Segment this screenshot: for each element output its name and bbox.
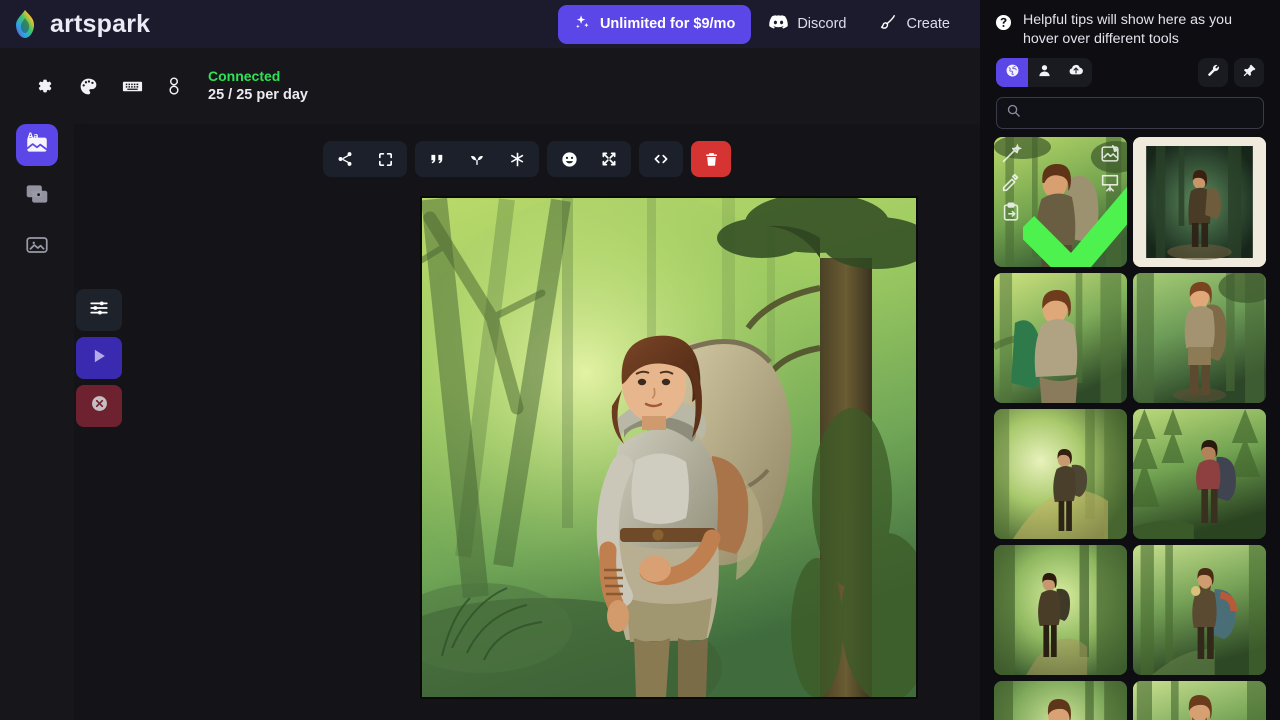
create-link[interactable]: Create	[864, 4, 964, 45]
image-toolbar	[74, 141, 980, 177]
delete-button[interactable]	[693, 141, 729, 177]
tab-upload[interactable]	[1060, 58, 1092, 87]
toolbar-group-prompt	[415, 141, 539, 177]
tab-public[interactable]	[996, 58, 1028, 88]
upgrade-promo-button[interactable]: Unlimited for $9/mo	[557, 4, 752, 44]
quota-label: 25 / 25 per day	[208, 86, 308, 103]
thumbnail-partial-right[interactable]	[1133, 681, 1266, 720]
left-rail: Aa	[0, 124, 74, 720]
brand[interactable]: artspark	[12, 9, 150, 39]
sidebar-item-image-to-image[interactable]	[16, 175, 58, 217]
connection-status-block: Connected 25 / 25 per day	[208, 68, 308, 105]
search-input[interactable]	[1029, 105, 1254, 121]
search-box[interactable]	[996, 97, 1264, 130]
main-column: artspark Unlimited for $9/mo Discord Cre…	[0, 0, 980, 720]
source-segmented-control	[996, 58, 1092, 88]
gallery-icon	[24, 232, 50, 263]
thumbnail-bearded-hiker[interactable]	[1133, 545, 1266, 676]
upscale-button[interactable]	[589, 141, 629, 177]
image-stack-icon	[24, 181, 50, 212]
thumbnail-man-path[interactable]	[994, 409, 1127, 540]
thumbnail-grid	[980, 137, 1280, 720]
cancel-button[interactable]	[76, 385, 122, 427]
status-bar: Connected 25 / 25 per day	[0, 48, 980, 124]
gear-icon[interactable]	[22, 67, 66, 105]
right-panel-actions	[1198, 58, 1264, 88]
quote-button[interactable]	[417, 141, 457, 177]
canvas-floating-tools	[76, 289, 122, 427]
settings-wrench-button[interactable]	[1198, 58, 1228, 88]
toolbar-group-code	[639, 141, 683, 177]
code-button[interactable]	[641, 141, 681, 177]
sparkles-icon	[574, 14, 591, 35]
top-bar-actions: Unlimited for $9/mo Discord Create	[557, 4, 968, 45]
sidebar-item-text-to-image[interactable]: Aa	[16, 124, 58, 166]
cloud-upload-icon	[1068, 62, 1084, 83]
create-link-label: Create	[906, 16, 950, 32]
text-image-icon: Aa	[24, 130, 50, 161]
clipboard-paste-icon[interactable]	[1000, 201, 1022, 223]
tips-text: Helpful tips will show here as you hover…	[1023, 12, 1232, 47]
thumbnail-green-backpack-woman[interactable]	[994, 273, 1127, 404]
upgrade-promo-label: Unlimited for $9/mo	[599, 16, 736, 32]
thumbnail-man-pines[interactable]	[1133, 409, 1266, 540]
discord-link-label: Discord	[797, 16, 847, 32]
search-section	[980, 87, 1280, 137]
paintbrush-icon	[878, 13, 897, 36]
adjust-settings-button[interactable]	[76, 289, 122, 331]
brand-name: artspark	[50, 9, 151, 38]
canvas-area	[74, 124, 980, 720]
selected-check-icon	[1023, 187, 1127, 268]
thumbnail-partial-left[interactable]	[994, 681, 1127, 720]
keyboard-icon[interactable]	[110, 67, 154, 105]
thumbnail-lone-hiker[interactable]	[994, 545, 1127, 676]
pin-panel-button[interactable]	[1234, 58, 1264, 88]
svg-text:Aa: Aa	[27, 130, 38, 140]
play-icon	[89, 346, 109, 371]
flame-logo-icon	[12, 9, 38, 39]
app-root: artspark Unlimited for $9/mo Discord Cre…	[0, 0, 1280, 720]
tab-personal[interactable]	[1028, 58, 1060, 87]
thumbnail-standing-woman[interactable]	[1133, 273, 1266, 404]
magic-wand-icon[interactable]	[1000, 143, 1022, 165]
emoji-button[interactable]	[549, 141, 589, 177]
search-icon	[1006, 103, 1021, 123]
palette-icon[interactable]	[66, 67, 110, 105]
person-icon	[1037, 63, 1052, 83]
thumbnail-framed-hiker[interactable]	[1133, 137, 1266, 268]
edit-image-icon[interactable]	[1099, 143, 1121, 165]
seed-button[interactable]	[457, 141, 497, 177]
thumbnail-selected[interactable]	[994, 137, 1127, 268]
question-circle-icon	[994, 13, 1013, 37]
variation-button[interactable]	[497, 141, 537, 177]
discord-link[interactable]: Discord	[755, 4, 860, 45]
main-generated-image[interactable]	[420, 196, 918, 699]
discord-icon	[769, 13, 789, 36]
wrench-icon	[1206, 63, 1221, 83]
generate-button[interactable]	[76, 337, 122, 379]
share-button[interactable]	[325, 141, 365, 177]
link-icon[interactable]	[154, 67, 194, 105]
pin-icon	[1242, 63, 1257, 83]
sidebar-item-gallery[interactable]	[16, 226, 58, 268]
fullscreen-button[interactable]	[365, 141, 405, 177]
connection-status: Connected	[208, 67, 281, 84]
top-bar: artspark Unlimited for $9/mo Discord Cre…	[0, 0, 980, 48]
tips-banner: Helpful tips will show here as you hover…	[980, 0, 1280, 54]
right-panel: Helpful tips will show here as you hover…	[980, 0, 1280, 720]
edit-pencil-icon[interactable]	[1000, 172, 1022, 194]
right-panel-toolbar	[980, 54, 1280, 88]
toolbar-group-reaction	[547, 141, 631, 177]
globe-icon	[1005, 63, 1020, 83]
toolbar-group-share	[323, 141, 407, 177]
sliders-icon	[88, 297, 110, 324]
toolbar-group-delete	[691, 141, 731, 177]
cancel-icon	[89, 393, 110, 419]
